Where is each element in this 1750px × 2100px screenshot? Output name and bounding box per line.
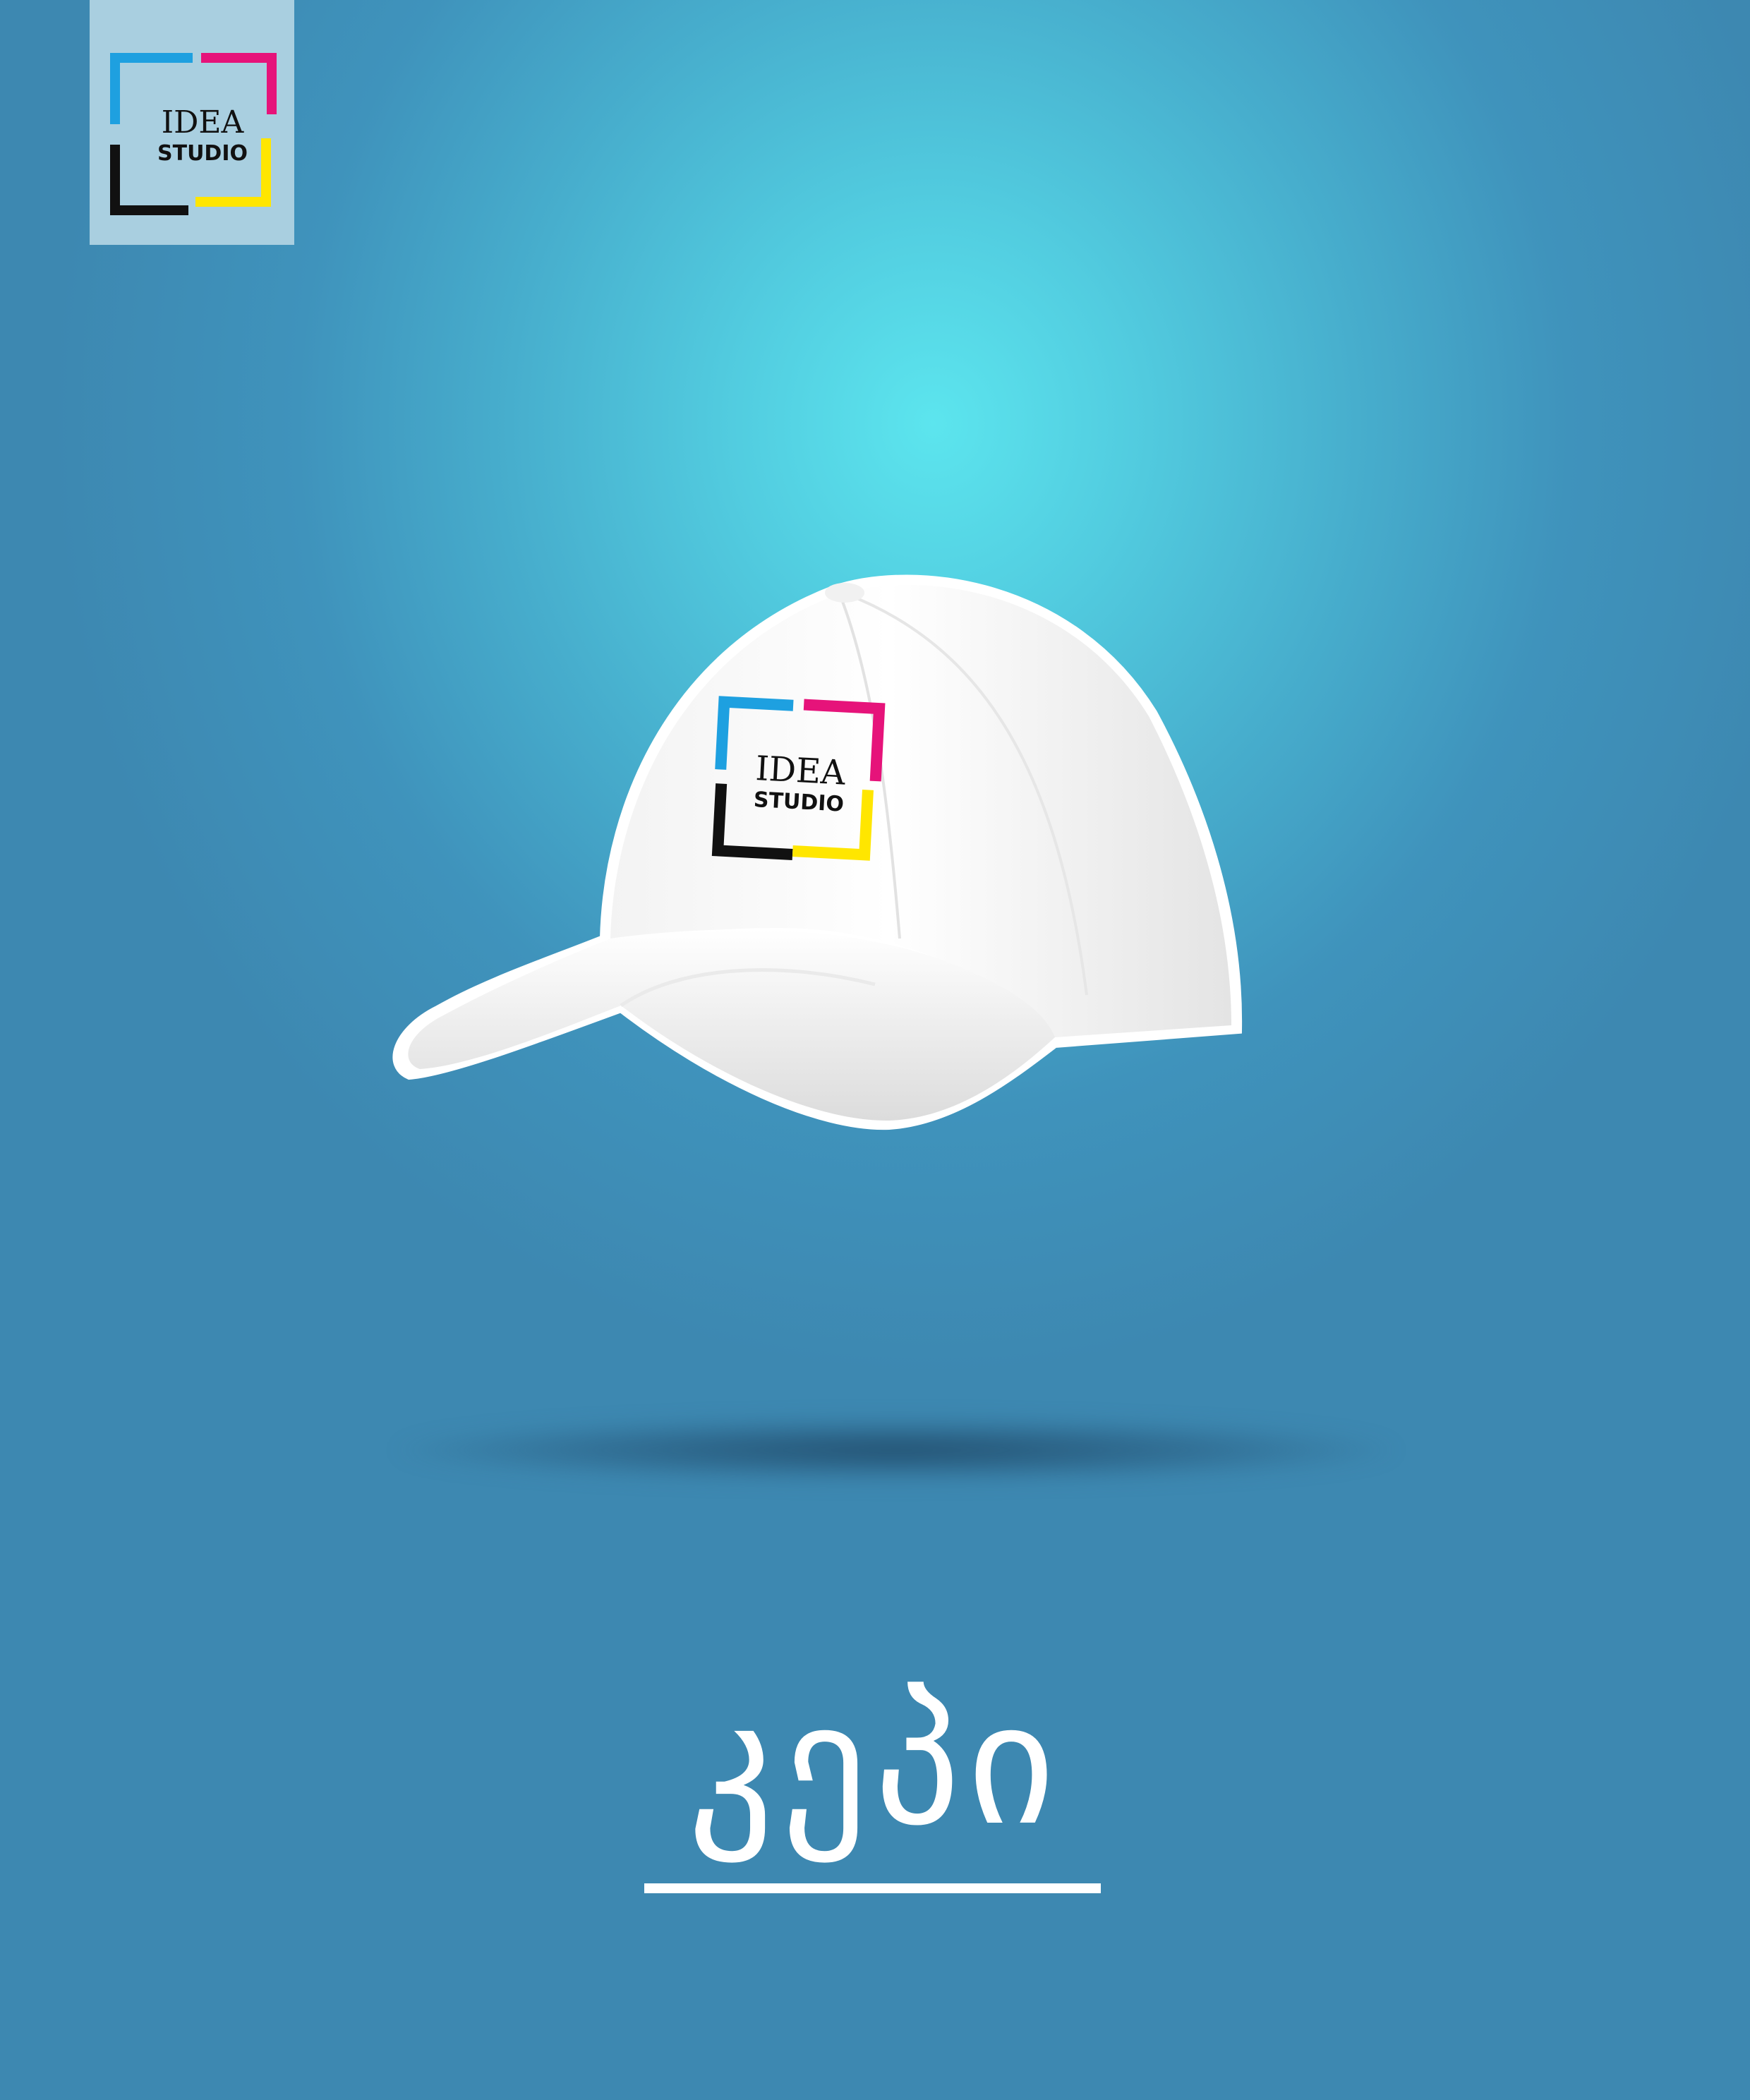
title-underline <box>644 1883 1101 1893</box>
cap-button <box>825 583 864 603</box>
logo-line1: IDEA <box>162 104 245 140</box>
cap-shadow <box>395 1418 1397 1482</box>
product-title: კეპი <box>687 1665 1063 1863</box>
cap-logo-line1: IDEA <box>754 749 847 793</box>
brand-logo-mark: IDEA STUDIO <box>110 53 277 215</box>
cap-illustration: IDEA STUDIO <box>381 543 1284 1150</box>
cap-logo-line2: STUDIO <box>753 788 845 817</box>
logo-line2: STUDIO <box>157 141 248 166</box>
brand-logo: IDEA STUDIO <box>90 0 294 245</box>
cap-icon: IDEA STUDIO <box>392 574 1243 1130</box>
